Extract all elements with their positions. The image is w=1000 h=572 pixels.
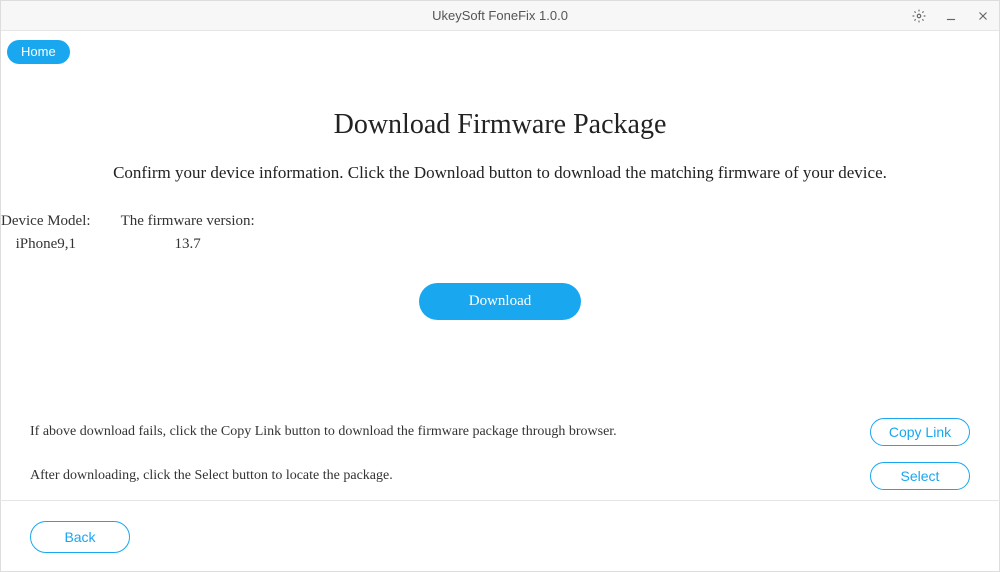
- home-tab[interactable]: Home: [7, 40, 70, 64]
- titlebar: UkeySoft FoneFix 1.0.0: [1, 1, 999, 31]
- device-model-label: Device Model:: [1, 213, 91, 230]
- help-text-copy-link: If above download fails, click the Copy …: [30, 424, 870, 440]
- help-section: If above download fails, click the Copy …: [30, 418, 970, 506]
- copy-link-button[interactable]: Copy Link: [870, 418, 970, 446]
- page-subtitle: Confirm your device information. Click t…: [1, 163, 999, 183]
- firmware-version-label: The firmware version:: [121, 213, 255, 230]
- window-controls: [903, 1, 999, 31]
- help-text-select: After downloading, click the Select butt…: [30, 468, 870, 484]
- gear-icon[interactable]: [903, 1, 935, 31]
- device-model-value: iPhone9,1: [1, 236, 91, 253]
- select-button[interactable]: Select: [870, 462, 970, 490]
- device-info-table: Device Model: iPhone9,1 The firmware ver…: [1, 213, 999, 253]
- page-title: Download Firmware Package: [1, 109, 999, 141]
- app-title: UkeySoft FoneFix 1.0.0: [1, 8, 999, 23]
- footer: Back: [0, 500, 1000, 572]
- close-icon[interactable]: [967, 1, 999, 31]
- back-button[interactable]: Back: [30, 521, 130, 553]
- minimize-icon[interactable]: [935, 1, 967, 31]
- help-row-copy-link: If above download fails, click the Copy …: [30, 418, 970, 446]
- firmware-version-value: 13.7: [121, 236, 255, 253]
- device-model-column: Device Model: iPhone9,1: [1, 213, 91, 253]
- download-button[interactable]: Download: [419, 283, 582, 320]
- firmware-version-column: The firmware version: 13.7: [121, 213, 255, 253]
- help-row-select: After downloading, click the Select butt…: [30, 462, 970, 490]
